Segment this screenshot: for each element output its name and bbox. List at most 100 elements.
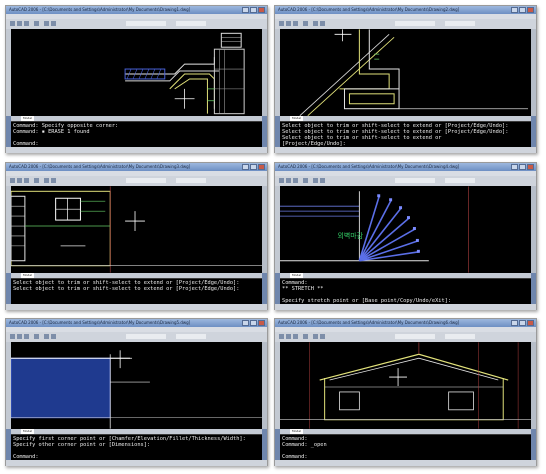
command-line[interactable]: Command: ** STRETCH ** Specify stretch p… xyxy=(280,278,531,305)
maximize-button[interactable] xyxy=(519,7,526,13)
command-line[interactable]: Command: Command: _open Command: xyxy=(280,434,531,461)
cad-drawing xyxy=(11,350,262,429)
maximize-button[interactable] xyxy=(250,7,257,13)
vertical-scrollbar[interactable] xyxy=(531,186,536,273)
maximize-button[interactable] xyxy=(519,164,526,170)
status-bar xyxy=(275,147,536,153)
status-bar xyxy=(275,304,536,310)
color-dropdown[interactable] xyxy=(445,334,475,339)
title-bar: AutoCAD 2006 - [C:\Documents and Setting… xyxy=(275,6,536,14)
layer-dropdown[interactable] xyxy=(395,334,435,339)
open-icon[interactable] xyxy=(17,178,22,183)
print-icon[interactable] xyxy=(34,178,39,183)
command-line[interactable]: Select object to trim or shift-select to… xyxy=(280,121,531,148)
drawing-area[interactable]: 외벽마감 xyxy=(280,186,531,273)
undo-icon[interactable] xyxy=(313,178,318,183)
command-line[interactable]: Command: Specify opposite corner: Comman… xyxy=(11,121,262,148)
save-icon[interactable] xyxy=(293,178,298,183)
drawing-area[interactable] xyxy=(280,29,531,116)
title-bar: AutoCAD 2006 - [C:\Documents and Setting… xyxy=(6,6,267,14)
undo-icon[interactable] xyxy=(313,21,318,26)
color-dropdown[interactable] xyxy=(176,178,206,183)
redo-icon[interactable] xyxy=(51,21,56,26)
open-icon[interactable] xyxy=(286,334,291,339)
status-bar xyxy=(6,460,267,466)
redo-icon[interactable] xyxy=(51,178,56,183)
new-icon[interactable] xyxy=(10,334,15,339)
color-dropdown[interactable] xyxy=(176,334,206,339)
new-icon[interactable] xyxy=(10,21,15,26)
redo-icon[interactable] xyxy=(320,178,325,183)
minimize-button[interactable] xyxy=(242,320,249,326)
minimize-button[interactable] xyxy=(242,7,249,13)
autocad-window-5: AutoCAD 2006 - [C:\Documents and Setting… xyxy=(5,318,268,466)
undo-icon[interactable] xyxy=(44,178,49,183)
vertical-scrollbar[interactable] xyxy=(262,342,267,429)
redo-icon[interactable] xyxy=(320,21,325,26)
new-icon[interactable] xyxy=(279,334,284,339)
layer-dropdown[interactable] xyxy=(126,334,166,339)
drawing-area[interactable] xyxy=(11,186,262,273)
print-icon[interactable] xyxy=(303,178,308,183)
close-button[interactable] xyxy=(258,164,265,170)
close-button[interactable] xyxy=(527,320,534,326)
layer-dropdown[interactable] xyxy=(395,21,435,26)
minimize-button[interactable] xyxy=(511,320,518,326)
maximize-button[interactable] xyxy=(519,320,526,326)
new-icon[interactable] xyxy=(10,178,15,183)
undo-icon[interactable] xyxy=(313,334,318,339)
layer-dropdown[interactable] xyxy=(395,178,435,183)
cad-drawing xyxy=(280,342,531,429)
command-line[interactable]: Specify first corner point or [Chamfer/E… xyxy=(11,434,262,461)
cad-drawing: 외벽마감 xyxy=(280,186,469,273)
color-dropdown[interactable] xyxy=(445,178,475,183)
layer-dropdown[interactable] xyxy=(126,21,166,26)
redo-icon[interactable] xyxy=(51,334,56,339)
open-icon[interactable] xyxy=(286,178,291,183)
window-title: AutoCAD 2006 - [C:\Documents and Setting… xyxy=(9,320,191,325)
save-icon[interactable] xyxy=(293,21,298,26)
print-icon[interactable] xyxy=(303,21,308,26)
undo-icon[interactable] xyxy=(44,21,49,26)
save-icon[interactable] xyxy=(293,334,298,339)
undo-icon[interactable] xyxy=(44,334,49,339)
autocad-window-2: AutoCAD 2006 - [C:\Documents and Setting… xyxy=(274,5,537,153)
maximize-button[interactable] xyxy=(250,320,257,326)
redo-icon[interactable] xyxy=(320,334,325,339)
drawing-area[interactable] xyxy=(280,342,531,429)
open-icon[interactable] xyxy=(286,21,291,26)
status-bar xyxy=(6,304,267,310)
close-button[interactable] xyxy=(258,320,265,326)
vertical-scrollbar[interactable] xyxy=(262,29,267,116)
status-bar xyxy=(275,460,536,466)
vertical-scrollbar[interactable] xyxy=(262,186,267,273)
new-icon[interactable] xyxy=(279,178,284,183)
layer-dropdown[interactable] xyxy=(126,178,166,183)
minimize-button[interactable] xyxy=(511,164,518,170)
command-line[interactable]: Select object to trim or shift-select to… xyxy=(11,278,262,305)
close-button[interactable] xyxy=(258,7,265,13)
save-icon[interactable] xyxy=(24,21,29,26)
print-icon[interactable] xyxy=(303,334,308,339)
print-icon[interactable] xyxy=(34,334,39,339)
vertical-scrollbar[interactable] xyxy=(531,342,536,429)
drawing-area[interactable] xyxy=(11,342,262,429)
minimize-button[interactable] xyxy=(242,164,249,170)
open-icon[interactable] xyxy=(17,334,22,339)
save-icon[interactable] xyxy=(24,178,29,183)
new-icon[interactable] xyxy=(279,21,284,26)
print-icon[interactable] xyxy=(34,21,39,26)
vertical-scrollbar[interactable] xyxy=(531,29,536,116)
color-dropdown[interactable] xyxy=(176,21,206,26)
close-button[interactable] xyxy=(527,164,534,170)
minimize-button[interactable] xyxy=(511,7,518,13)
close-button[interactable] xyxy=(527,7,534,13)
title-bar: AutoCAD 2006 - [C:\Documents and Setting… xyxy=(275,163,536,171)
drawing-area[interactable] xyxy=(11,29,262,116)
open-icon[interactable] xyxy=(17,21,22,26)
window-title: AutoCAD 2006 - [C:\Documents and Setting… xyxy=(9,7,191,12)
color-dropdown[interactable] xyxy=(445,21,475,26)
save-icon[interactable] xyxy=(24,334,29,339)
maximize-button[interactable] xyxy=(250,164,257,170)
cad-drawing xyxy=(124,32,245,115)
